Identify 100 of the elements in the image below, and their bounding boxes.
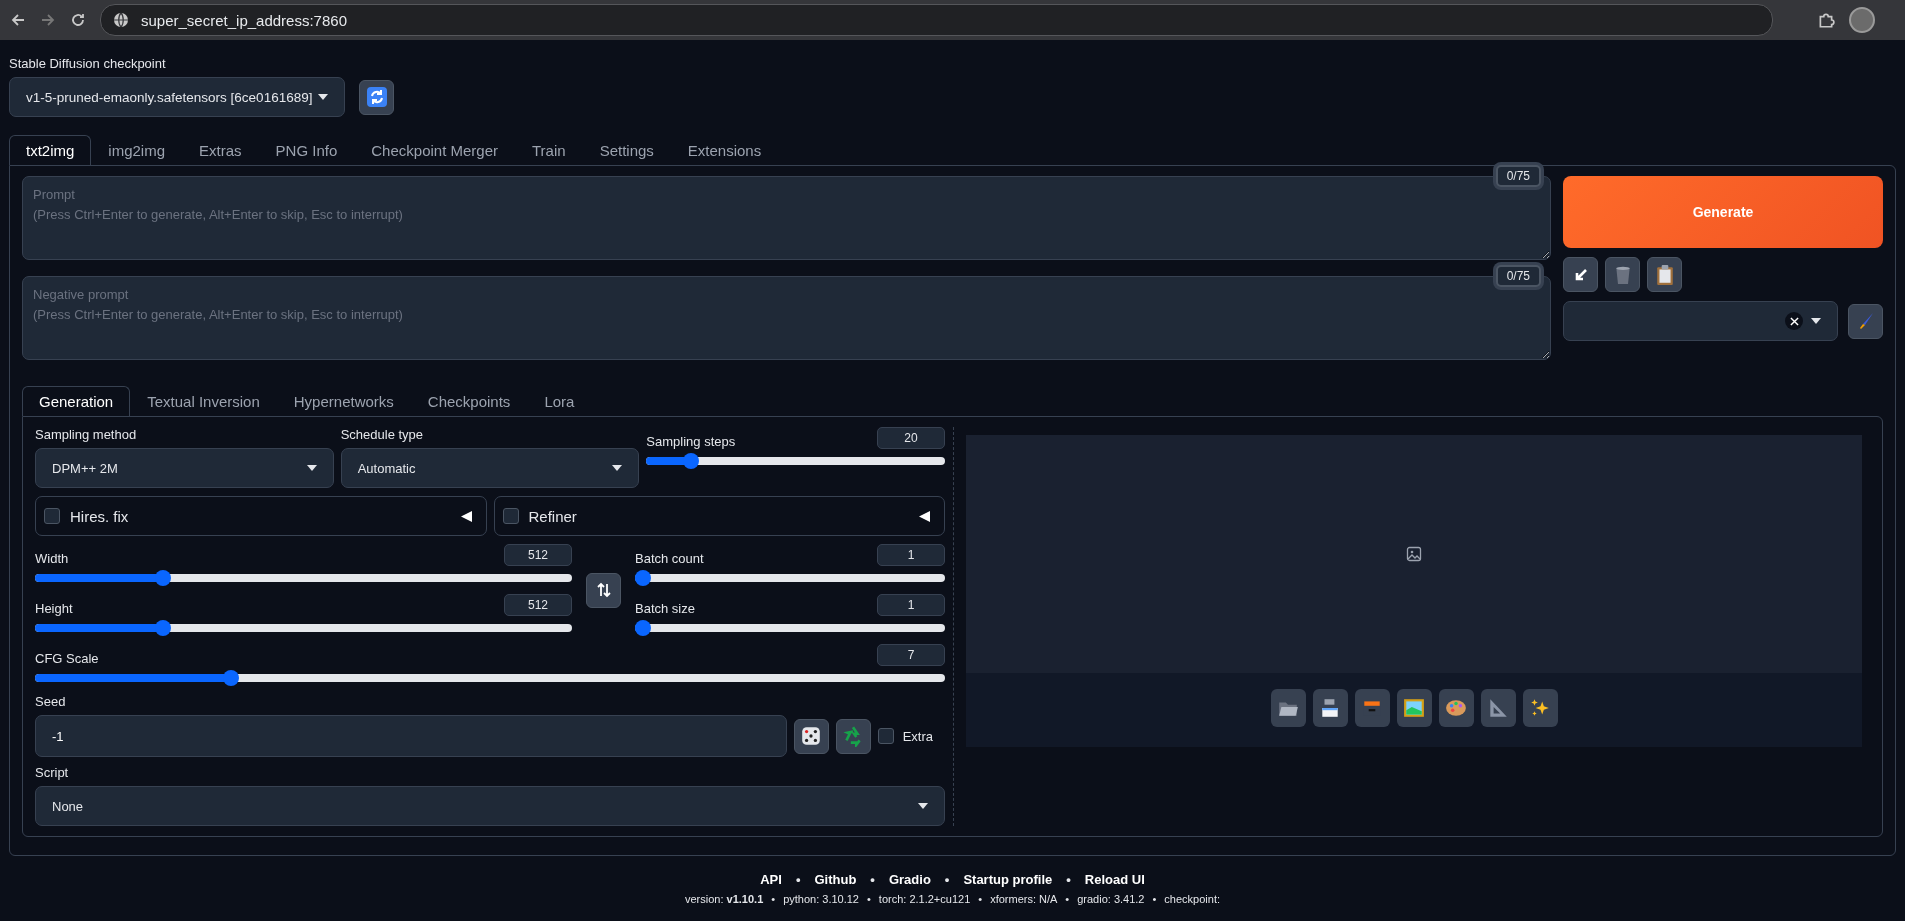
accordion[interactable]: Hires. fix (35, 496, 487, 536)
number-field[interactable]: 512 (504, 544, 572, 566)
separator: • (771, 893, 776, 905)
random-seed-button[interactable] (793, 718, 829, 754)
refresh-button[interactable] (359, 79, 394, 115)
globe-icon (113, 12, 129, 28)
checkbox[interactable] (502, 508, 519, 524)
script-dropdown[interactable]: None (35, 786, 945, 826)
save-button[interactable] (1312, 689, 1348, 727)
avatar-icon[interactable] (1849, 7, 1875, 33)
checkpoint-label: Stable Diffusion checkpoint (9, 56, 167, 71)
reload-icon[interactable] (70, 12, 86, 28)
dropdown-label: Sampling method (35, 427, 138, 442)
script-label: Script (35, 765, 70, 780)
footer-link[interactable]: Github (814, 872, 857, 887)
version-info: python: 3.10.12 (783, 893, 859, 905)
slider-label: CFG Scale (35, 651, 99, 666)
slider-thumb[interactable] (683, 453, 700, 469)
dice-icon (800, 725, 823, 747)
footer-link[interactable]: Gradio (888, 872, 931, 887)
separator: • (944, 872, 950, 887)
slider[interactable] (646, 453, 945, 469)
slider-thumb[interactable] (635, 620, 651, 636)
checkbox[interactable] (44, 508, 60, 524)
tab[interactable]: Checkpoint Merger (354, 135, 515, 165)
tab[interactable]: Extras (182, 135, 259, 165)
swap-icon (595, 582, 612, 598)
tab[interactable]: Lora (527, 386, 592, 416)
floppy-disk-icon (1319, 697, 1341, 719)
swap-button[interactable] (586, 572, 621, 608)
checkpoint-dropdown[interactable]: v1-5-pruned-emaonly.safetensors [6ce0161689] (9, 77, 345, 117)
tab[interactable]: img2img (91, 135, 183, 165)
checkbox[interactable] (877, 728, 894, 744)
tab[interactable]: Hypernetworks (276, 386, 411, 416)
clear-button[interactable] (1605, 257, 1640, 292)
number-field[interactable]: 20 (877, 427, 945, 449)
version-info: torch: 2.1.2+cu121 (878, 893, 971, 905)
separator: • (1065, 893, 1070, 905)
tab[interactable]: txt2img (9, 135, 92, 165)
tab[interactable]: Extensions (670, 135, 779, 165)
forward-icon[interactable] (40, 12, 56, 28)
slider-label: Batch count (635, 551, 704, 566)
dropdown[interactable]: DPM++ 2M (35, 448, 334, 488)
slider[interactable] (635, 620, 945, 636)
send-to-inpaint-button[interactable] (1438, 689, 1474, 727)
slider[interactable] (35, 620, 572, 636)
clear-icon[interactable] (1785, 312, 1803, 330)
caret-icon (1811, 318, 1821, 324)
slider[interactable] (35, 570, 572, 586)
caret-icon (318, 94, 328, 100)
slider-thumb[interactable] (222, 670, 239, 686)
slider-label: Width (35, 551, 69, 566)
separator: • (870, 872, 875, 887)
caret-icon (306, 465, 317, 471)
number-field[interactable]: 1 (877, 594, 945, 616)
tab[interactable]: Generation (22, 386, 131, 416)
slider-label: Sampling steps (646, 434, 736, 449)
styles-button[interactable] (1647, 257, 1682, 292)
number-field[interactable]: 1 (877, 544, 945, 566)
slider-thumb[interactable] (154, 570, 171, 586)
palette-icon (1445, 697, 1467, 719)
seed-field[interactable]: -1 (35, 715, 787, 757)
slider-thumb[interactable] (635, 570, 651, 586)
reuse-seed-button[interactable] (835, 718, 871, 754)
open-folder-button[interactable] (1270, 689, 1306, 727)
paste-button[interactable] (1563, 257, 1598, 292)
dropdown[interactable]: Automatic (340, 448, 640, 488)
version-info: version: v1.10.1 (685, 893, 764, 905)
upscale-button[interactable] (1522, 689, 1558, 727)
footer-link[interactable]: Reload UI (1084, 872, 1145, 887)
trash-icon (1613, 264, 1632, 285)
address-bar[interactable]: super_secret_ip_address:7860 (100, 4, 1773, 36)
slider[interactable] (635, 570, 945, 586)
token-counter: 0/75 (1495, 165, 1541, 187)
seed-label: Seed (35, 694, 67, 709)
tab[interactable]: Settings (582, 135, 671, 165)
edit-styles-button[interactable] (1848, 303, 1883, 339)
tab[interactable]: Textual Inversion (130, 386, 277, 416)
token-counter: 0/75 (1495, 265, 1541, 287)
framed-picture-icon (1403, 697, 1425, 719)
tab[interactable]: Train (515, 135, 583, 165)
slider[interactable] (35, 670, 945, 686)
send-to-img2img-button[interactable] (1396, 689, 1432, 727)
version-info: xformers: N/A (990, 893, 1058, 905)
separator: • (795, 872, 801, 887)
number-field[interactable]: 512 (504, 594, 572, 616)
footer-link[interactable]: Startup profile (963, 872, 1053, 887)
tab[interactable]: PNG Info (258, 135, 355, 165)
footer-link[interactable]: API (760, 872, 782, 887)
tab[interactable]: Checkpoints (410, 386, 528, 416)
back-icon[interactable] (10, 12, 26, 28)
separator: • (866, 893, 871, 905)
number-field[interactable]: 7 (877, 644, 945, 666)
version-info: checkpoint: (1164, 893, 1220, 905)
slider-thumb[interactable] (154, 620, 171, 636)
accordion[interactable]: Refiner (493, 496, 945, 536)
puzzle-icon[interactable] (1817, 11, 1835, 29)
zip-button[interactable] (1354, 689, 1390, 727)
send-to-extras-button[interactable] (1480, 689, 1516, 727)
refresh-icon (366, 87, 387, 107)
